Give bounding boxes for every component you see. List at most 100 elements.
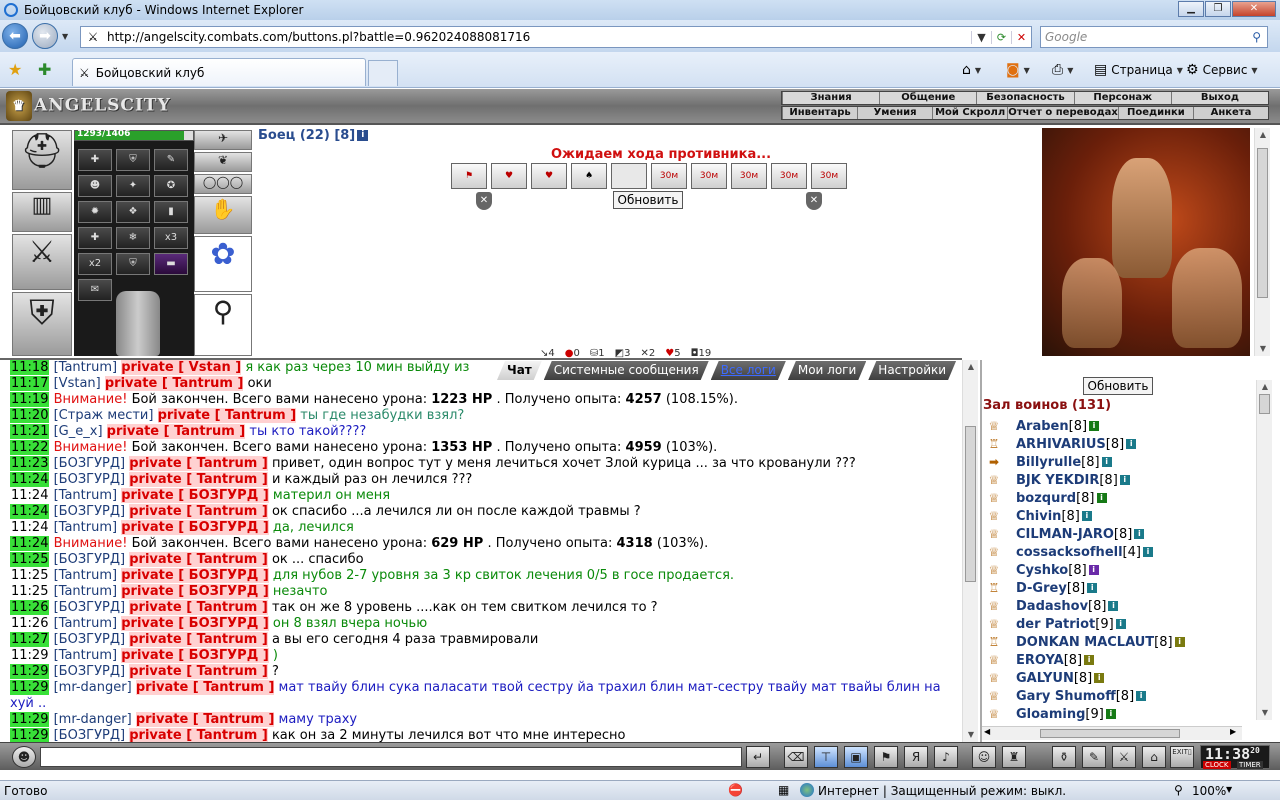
player-name[interactable]: BJK YEKDIR [1016,473,1099,488]
player-name[interactable]: ARHIVARIUS [1016,437,1106,452]
chat-time[interactable]: 11:27 [10,632,50,647]
belt-item-9-icon[interactable]: ▮ [154,201,188,223]
player-name[interactable]: EROYA [1016,653,1064,668]
player-row[interactable]: ♕ Chivin [8] i [984,507,1244,525]
browser-tab[interactable]: ⚔ Бойцовский клуб [72,58,366,86]
rings-slot-icon[interactable]: ◯◯◯ [194,174,252,194]
smiley-icon[interactable]: ☺ [972,746,996,768]
private-tag[interactable]: private [ Tantrum ] [129,664,268,679]
fighter-info-icon[interactable]: i [357,130,369,141]
private-tag[interactable]: private [ БОЗГУРД ] [121,488,269,503]
player-row[interactable]: ♕ BJK YEKDIR [8] i [984,471,1244,489]
chat-tab-3[interactable]: Мои логи [788,361,866,380]
menu-top-item-4[interactable]: Выход [1170,92,1268,104]
popup-blocker-icon[interactable]: ⛔ [728,783,743,797]
player-info-icon[interactable]: i [1087,583,1098,593]
chat-time[interactable]: 11:25 [10,584,49,599]
filter-icon[interactable]: ⊤ [814,746,838,768]
player-name[interactable]: Araben [1016,419,1069,434]
menu-top-item-1[interactable]: Общение [879,92,976,104]
chat-nick[interactable]: [Vstan] [54,376,101,391]
stop-icon[interactable]: ✕ [1011,30,1031,44]
private-tag[interactable]: private [ Tantrum ] [157,408,297,423]
menu-bottom-item-5[interactable]: Анкета [1192,107,1268,119]
chat-nick[interactable]: [Tantrum] [54,360,117,375]
belt-item-7-icon[interactable]: ✹ [78,201,112,223]
chat-time[interactable]: 11:29 [10,664,50,679]
menu-top-item-2[interactable]: Безопасность [976,92,1073,104]
private-tag[interactable]: private [ Vstan ] [121,360,242,375]
action-hearts-icon[interactable]: ♥ [491,163,527,189]
armor-slot-icon[interactable]: ⛨ [12,292,72,356]
chat-time[interactable]: 11:29 [10,712,50,727]
new-tab-button[interactable] [368,60,398,86]
private-tag[interactable]: private [ Tantrum ] [129,504,268,519]
player-row[interactable]: ♕ Gloaming [9] i [984,705,1244,723]
player-info-icon[interactable]: i [1105,709,1116,719]
private-tag[interactable]: private [ Tantrum ] [129,456,268,471]
chat-time[interactable]: 11:24 [10,536,50,551]
player-info-icon[interactable]: i [1101,457,1112,467]
action-heart-icon[interactable]: ♥ [531,163,567,189]
feeds-button[interactable]: ◙ ▼ [1006,62,1030,78]
add-favorites-icon[interactable]: ✚ [38,60,51,79]
player-row[interactable]: ♖ ARHIVARIUS [8] i [984,435,1244,453]
player-row[interactable]: ♕ Gary Shumoff [8] i [984,687,1244,705]
chat-time[interactable]: 11:19 [10,392,50,407]
player-info-icon[interactable]: i [1081,511,1092,521]
chat-input[interactable] [40,747,742,767]
chat-time[interactable]: 11:25 [10,552,50,567]
tools-menu[interactable]: ⚙ Сервис ▼ [1186,62,1258,78]
chat-time[interactable]: 11:21 [10,424,50,439]
action-flag-icon[interactable]: ⚑ [451,163,487,189]
sword-slot-icon[interactable]: ⚔ [12,234,72,290]
player-row[interactable]: ♕ CILMAN-JARO [8] i [984,525,1244,543]
player-name[interactable]: Dadashov [1016,599,1088,614]
chat-time[interactable]: 11:29 [10,680,50,695]
maximize-button[interactable]: ❐ [1205,1,1231,17]
private-tag[interactable]: private [ Tantrum ] [129,552,268,567]
chat-nick[interactable]: [БОЗГУРД] [54,504,125,519]
chat-time[interactable]: 11:23 [10,456,50,471]
home-button[interactable]: ⌂ ▼ [962,62,981,78]
players-refresh-button[interactable]: Обновить [1083,377,1153,395]
action-timer-5[interactable]: 30м [811,163,847,189]
send-message-icon[interactable]: ↵ [746,746,770,768]
player-row[interactable]: ♕ Dadashov [8] i [984,597,1244,615]
chat-tab-0[interactable]: Чат [497,361,542,380]
menu-top-item-3[interactable]: Персонаж [1073,92,1171,104]
favorites-star-icon[interactable]: ★ [8,60,22,79]
security-zone[interactable]: Интернет | Защищенный режим: выкл. [818,784,1066,798]
player-info-icon[interactable]: i [1126,439,1137,449]
chat-nick[interactable]: [БОЗГУРД] [54,600,125,615]
chat-tab-4[interactable]: Настройки [868,361,956,380]
player-row[interactable]: ♕ Araben [8] i [984,417,1244,435]
chat-nick[interactable]: [Tantrum] [54,616,117,631]
menu-bottom-item-0[interactable]: Инвентарь [782,107,857,119]
player-info-icon[interactable]: i [1089,421,1100,431]
chat-time[interactable]: 11:17 [10,376,50,391]
chat-nick[interactable]: [G_e_x] [54,424,103,439]
private-tag[interactable]: private [ Tantrum ] [135,712,275,727]
player-info-icon[interactable]: i [1096,493,1107,503]
exit-icon[interactable]: EXIT▯ [1170,746,1194,768]
belt-item-8-icon[interactable]: ❖ [116,201,150,223]
chat-time[interactable]: 11:18 [10,360,50,375]
players-scrollbar[interactable]: ▲ ▼ [1256,380,1272,720]
close-button[interactable]: ✕ [1232,1,1276,17]
belt-item-4-icon[interactable]: ☻ [78,175,112,197]
search-input[interactable]: Google ⚲ [1040,26,1268,48]
chat-tab-1[interactable]: Системные сообщения [544,361,709,380]
amulet-slot-icon[interactable]: ❦ [194,152,252,172]
print-button[interactable]: ⎙ ▼ [1052,62,1073,78]
chat-time[interactable]: 11:22 [10,440,50,455]
chat-nick[interactable]: [БОЗГУРД] [54,456,125,471]
player-info-icon[interactable]: i [1119,475,1130,485]
save-log-icon[interactable]: ▣ [844,746,868,768]
chat-tab-2[interactable]: Все логи [711,361,786,380]
player-info-icon[interactable]: i [1108,601,1119,611]
zoom-dropdown-icon[interactable]: ▼ [1226,785,1232,794]
private-tag[interactable]: private [ Tantrum ] [129,728,268,742]
action-timer-1[interactable]: 30м [651,163,687,189]
inventory-icon[interactable]: ⚱ [1052,746,1076,768]
